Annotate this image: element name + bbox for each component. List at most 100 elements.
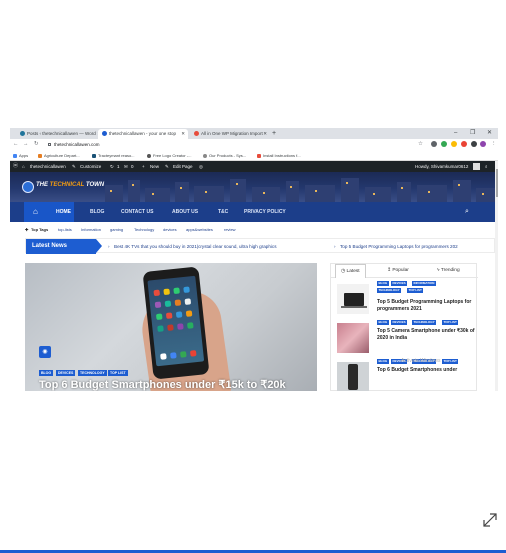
star-icon[interactable]: ☆: [418, 139, 423, 150]
page-scrollbar[interactable]: [495, 161, 498, 391]
bookmark-favicon-icon: [203, 153, 207, 158]
category-badge[interactable]: TECHNOLOGY: [412, 320, 437, 325]
sidebar-post[interactable]: BLOG DEVICES TECHNOLOGY TOP LIST Top 5 C…: [337, 319, 477, 357]
app-icon: [183, 286, 190, 294]
tab-label: thetechnicallawen - your one stop: [109, 131, 177, 136]
minimize-button[interactable]: –: [454, 128, 457, 139]
forward-icon[interactable]: →: [23, 139, 29, 150]
tag-link[interactable]: apps&websites: [186, 224, 213, 236]
nav-item-contact[interactable]: CONTACT US: [121, 202, 153, 222]
close-window-button[interactable]: ✕: [487, 128, 492, 139]
expand-icon[interactable]: [482, 512, 498, 528]
browser-tab-posts[interactable]: Posts ‹ thetechnicallawen — Word ✕: [16, 129, 104, 139]
new-tab-button[interactable]: +: [272, 128, 276, 139]
close-tab-icon[interactable]: ✕: [263, 129, 267, 139]
hero-title[interactable]: Top 6 Budget Smartphones under ₹15k to ₹…: [39, 378, 286, 391]
category-badge[interactable]: INFORMATION: [412, 281, 436, 286]
camera-icon[interactable]: ◉: [39, 346, 51, 358]
building: [128, 180, 140, 202]
bookmark-apps[interactable]: Apps: [13, 150, 28, 161]
wordpress-icon: [20, 131, 25, 137]
menu-icon[interactable]: ⋮: [491, 139, 497, 150]
tab-trending[interactable]: ϟ Trending: [437, 264, 460, 278]
tag-link[interactable]: gaming: [110, 224, 123, 236]
circle-icon[interactable]: ◎: [199, 161, 203, 172]
building: [230, 179, 246, 202]
nav-item-privacy[interactable]: PRIVACY POLICY: [244, 202, 286, 222]
bookmark-item[interactable]: Agriculture Depart...: [38, 150, 80, 161]
tag-link[interactable]: review: [224, 224, 236, 236]
post-title[interactable]: Top 5 Budget Programming Laptops for pro…: [377, 299, 477, 313]
comments-count[interactable]: 0: [131, 161, 134, 172]
back-icon[interactable]: ←: [13, 139, 19, 150]
profile-avatar[interactable]: [480, 141, 486, 147]
window-light: [373, 193, 375, 195]
tag-link[interactable]: devices: [163, 224, 177, 236]
tag-link[interactable]: Information: [81, 224, 101, 236]
ticker-item[interactable]: Best 4K TVs that you should buy in 2021|…: [114, 239, 277, 254]
post-title[interactable]: Top 5 Camera Smartphone under ₹30k of 20…: [377, 328, 477, 342]
category-badge[interactable]: TOP LIST: [407, 288, 424, 293]
category-badge[interactable]: TECHNOLOGY: [377, 288, 402, 293]
browser-tab-site[interactable]: thetechnicallawen - your one stop ✕: [98, 129, 188, 139]
nav-item-blog[interactable]: BLOG: [90, 202, 104, 222]
extension-icon[interactable]: [441, 141, 447, 147]
bookmark-item[interactable]: Free Logo Creator -...: [147, 150, 191, 161]
extension-icon[interactable]: [431, 141, 437, 147]
nav-item-tc[interactable]: T&C: [218, 202, 228, 222]
category-badge[interactable]: TOP LIST: [442, 320, 459, 325]
edit-page-link[interactable]: Edit Page: [173, 161, 193, 172]
app-icon: [164, 300, 172, 308]
category-badge[interactable]: TOP LIST: [442, 359, 459, 364]
category-badge[interactable]: DEVICES: [391, 281, 408, 286]
sidebar-post[interactable]: BLOG DEVICES INFORMATION TECHNOLOGY TOP …: [337, 280, 477, 318]
close-tab-icon[interactable]: ✕: [181, 129, 185, 139]
window-light: [428, 191, 430, 193]
category-badge[interactable]: TECHNOLOGY: [78, 370, 107, 376]
category-badge[interactable]: DEVICES: [56, 370, 76, 376]
extension-icon[interactable]: [461, 141, 467, 147]
bookmark-favicon-icon: [147, 153, 151, 158]
nav-item-about[interactable]: ABOUT US: [172, 202, 198, 222]
tag-link[interactable]: top-lists: [58, 224, 72, 236]
bookmark-item[interactable]: Tracteymant reaso...: [92, 150, 135, 161]
category-badge[interactable]: BLOG: [377, 320, 389, 325]
bookmark-favicon-icon: [257, 153, 261, 158]
ticker-item[interactable]: Top 5 Budget Programming Laptops for pro…: [340, 239, 458, 254]
maximize-button[interactable]: ❐: [470, 128, 475, 139]
customize-link[interactable]: Customize: [80, 161, 101, 172]
app-icon: [170, 352, 177, 359]
scrollbar-thumb[interactable]: [495, 169, 498, 197]
search-icon[interactable]: ⌕: [465, 207, 469, 217]
tab-popular[interactable]: ↥ Popular: [387, 264, 409, 278]
post-title[interactable]: Top 6 Budget Smartphones under: [377, 367, 477, 374]
howdy-greeting[interactable]: Howdy, Shivamkumar0612: [415, 161, 468, 172]
bookmark-item[interactable]: Install Instructions f...: [257, 150, 301, 161]
search-icon[interactable]: ⌕: [485, 161, 488, 172]
post-thumbnail: [337, 362, 369, 391]
nav-item-home[interactable]: HOME: [56, 202, 71, 222]
admin-site-link[interactable]: thetechnicallawen: [30, 161, 66, 172]
category-badge[interactable]: DEVICES: [391, 320, 408, 325]
category-badge[interactable]: BLOG: [377, 359, 389, 364]
category-badge[interactable]: BLOG: [377, 281, 389, 286]
category-badge[interactable]: BLOG: [39, 370, 54, 376]
browser-tab-migration[interactable]: All in One WP Migration Import ✕: [190, 129, 270, 139]
extension-icon[interactable]: [451, 141, 457, 147]
bookmark-item[interactable]: Our Products - Sys...: [203, 150, 246, 161]
window-light: [263, 192, 265, 194]
hero-featured-post[interactable]: ◉ BLOG DEVICES TECHNOLOGY TOP LIST Top 6…: [25, 263, 317, 391]
wordpress-logo-icon[interactable]: ⓦ: [13, 161, 18, 172]
tab-latest[interactable]: ◷ Latest: [335, 264, 366, 278]
puzzle-icon[interactable]: [471, 141, 477, 147]
updates-count[interactable]: 1: [117, 161, 120, 172]
avatar[interactable]: [473, 163, 480, 170]
new-link[interactable]: New: [150, 161, 159, 172]
tag-link[interactable]: Technology: [134, 224, 154, 236]
wp-admin-bar: ⓦ ⌂ thetechnicallawen ✎ Customize ↻ 1 ✉ …: [10, 161, 498, 172]
home-icon[interactable]: ⌂: [22, 161, 25, 172]
home-icon[interactable]: ⌂: [33, 207, 38, 217]
address-bar[interactable]: thetechnicallawen.com: [48, 141, 413, 148]
reload-icon[interactable]: ↻: [34, 139, 39, 150]
category-badge[interactable]: TOP LIST: [108, 370, 128, 376]
